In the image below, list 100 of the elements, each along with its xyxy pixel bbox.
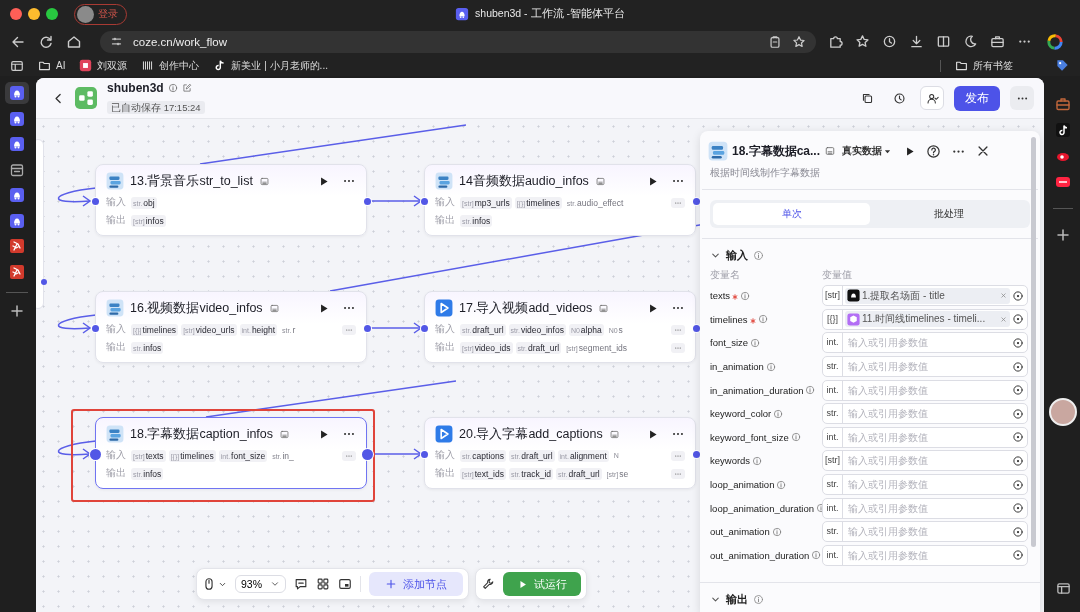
plus-icon[interactable]	[1055, 227, 1071, 243]
reader-icon[interactable]	[936, 34, 951, 49]
value-input[interactable]: 输入或引用参数值	[843, 502, 1012, 514]
home-icon[interactable]	[66, 33, 82, 50]
target-icon[interactable]	[1012, 384, 1024, 397]
parameter-name: in_animation	[710, 361, 764, 373]
sidebar-icon[interactable]	[1055, 581, 1071, 596]
port-handle[interactable]	[363, 197, 371, 205]
clipboard-icon[interactable]	[768, 34, 782, 49]
port-handle[interactable]	[89, 448, 101, 460]
parameter-field[interactable]: str. 输入或引用参数值	[822, 474, 1028, 496]
tag-icon[interactable]	[1055, 58, 1070, 73]
bookmark[interactable]: 新美业 | 小月老师的...	[213, 58, 328, 73]
avatar-icon[interactable]	[1049, 398, 1077, 426]
moon-icon[interactable]	[963, 34, 978, 49]
comment-icon[interactable]	[294, 577, 308, 591]
value-input[interactable]: 输入或引用参数值	[843, 408, 1012, 420]
music-note-icon[interactable]	[1055, 122, 1071, 138]
port-handle[interactable]	[363, 324, 371, 332]
scrollbar[interactable]	[1031, 137, 1036, 547]
star-icon[interactable]	[855, 34, 870, 49]
value-input[interactable]: 输入或引用参数值	[843, 549, 1012, 561]
parameter-field[interactable]: str. 输入或引用参数值	[822, 356, 1028, 378]
reference-tag[interactable]: 1.提取名场面 - title	[845, 287, 1010, 304]
port-handle[interactable]	[420, 197, 428, 205]
target-icon[interactable]	[1012, 478, 1024, 491]
parameter-field[interactable]: int. 输入或引用参数值	[822, 379, 1028, 401]
bookmark[interactable]: 所有书签	[955, 58, 1013, 73]
port-handle[interactable]	[41, 279, 47, 285]
value-input[interactable]: 输入或引用参数值	[843, 361, 1012, 373]
port-handle[interactable]	[692, 197, 700, 205]
value-input[interactable]: 输入或引用参数值	[843, 337, 1012, 349]
port-handle[interactable]	[91, 197, 99, 205]
briefcase-icon[interactable]	[990, 34, 1005, 49]
zoom-select[interactable]: 93%	[235, 575, 286, 593]
address-bar[interactable]: coze.cn/work_flow	[100, 30, 816, 53]
target-icon[interactable]	[1012, 337, 1024, 349]
port-handle[interactable]	[420, 324, 428, 332]
target-icon[interactable]	[1012, 313, 1024, 326]
bookmark[interactable]: AI	[38, 59, 66, 72]
plus-icon[interactable]	[9, 302, 25, 319]
edit-icon[interactable]	[181, 83, 192, 93]
info-icon	[811, 550, 822, 561]
value-input[interactable]: 输入或引用参数值	[843, 455, 1012, 467]
history-icon[interactable]	[882, 34, 897, 49]
bookmark[interactable]: 刘双源	[79, 58, 128, 73]
chevron-icon[interactable]	[710, 250, 721, 261]
briefcase-icon[interactable]	[1055, 96, 1071, 112]
target-icon[interactable]	[1012, 549, 1024, 562]
value-input[interactable]: 输入或引用参数值	[843, 431, 1012, 443]
barcode-icon	[141, 59, 155, 72]
target-icon[interactable]	[1012, 289, 1024, 302]
port-handle[interactable]	[361, 448, 373, 460]
help-icon[interactable]	[926, 143, 942, 159]
star-icon[interactable]	[792, 34, 806, 49]
wrench-icon[interactable]	[481, 577, 495, 591]
publish-button[interactable]: 发布	[954, 85, 1000, 111]
pointer-mode-button[interactable]	[202, 577, 227, 591]
minimap-icon[interactable]	[338, 577, 352, 591]
parameter-field[interactable]: [str] 1.提取名场面 - title	[822, 285, 1028, 307]
download-icon[interactable]	[909, 34, 924, 49]
port-handle[interactable]	[420, 450, 428, 458]
grid-icon[interactable]	[316, 577, 330, 591]
add-node-button[interactable]: 添加节点	[369, 572, 463, 596]
reference-tag[interactable]: 11.时间线timelines - timeli...	[845, 311, 1010, 328]
value-input[interactable]: 输入或引用参数值	[843, 384, 1012, 396]
target-icon[interactable]	[1012, 431, 1024, 444]
target-icon[interactable]	[1012, 454, 1024, 467]
parameter-field[interactable]: int. 输入或引用参数值	[822, 497, 1028, 519]
data-mode-dropdown[interactable]: 真实数据	[842, 144, 892, 158]
parameter-field[interactable]: [str] 输入或引用参数值	[822, 450, 1028, 472]
port-handle[interactable]	[692, 324, 700, 332]
window-control[interactable]	[28, 8, 40, 20]
target-icon[interactable]	[1012, 407, 1024, 420]
collaborators-button[interactable]	[920, 86, 944, 110]
parameter-field[interactable]: int. 输入或引用参数值	[822, 332, 1028, 354]
port-handle[interactable]	[91, 324, 99, 332]
parameter-field[interactable]: int. 输入或引用参数值	[822, 544, 1028, 566]
target-icon[interactable]	[1012, 502, 1024, 515]
window-control[interactable]	[10, 8, 22, 20]
chevron-icon[interactable]	[710, 594, 721, 605]
port-handle[interactable]	[692, 450, 700, 458]
parameter-field[interactable]: str. 输入或引用参数值	[822, 403, 1028, 425]
window-control[interactable]	[46, 8, 58, 20]
parameter-field[interactable]: [{}] 11.时间线timelines - timeli...	[822, 308, 1028, 330]
app-icon[interactable]	[1055, 174, 1071, 190]
value-input[interactable]: 输入或引用参数值	[843, 526, 1012, 538]
parameter-field[interactable]: int. 输入或引用参数值	[822, 426, 1028, 448]
target-icon[interactable]	[1012, 525, 1024, 538]
puzzle-icon[interactable]	[828, 34, 843, 49]
google-icon[interactable]	[1046, 32, 1064, 51]
tab[interactable]: 批处理	[870, 203, 1027, 225]
reload-icon[interactable]	[38, 33, 54, 50]
parameter-field[interactable]: str. 输入或引用参数值	[822, 521, 1028, 543]
value-input[interactable]: 输入或引用参数值	[843, 479, 1012, 491]
sidebar-icon[interactable]	[10, 58, 24, 73]
tab[interactable]: 单次	[713, 203, 870, 225]
bookmark[interactable]: 创作中心	[141, 58, 200, 73]
target-icon[interactable]	[1012, 360, 1024, 373]
browser-tab[interactable]	[5, 82, 29, 104]
